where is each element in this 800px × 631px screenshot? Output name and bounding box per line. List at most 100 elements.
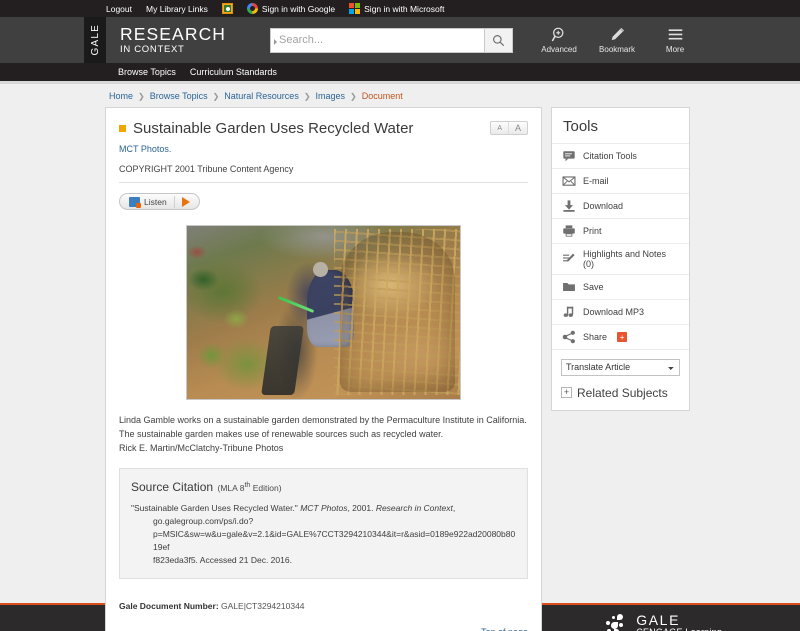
my-library-links-link[interactable]: My Library Links xyxy=(146,4,208,14)
sign-in-with-microsoft-button[interactable]: Sign in with Microsoft xyxy=(349,3,444,14)
breadcrumb-images[interactable]: Images xyxy=(316,91,346,101)
tool-save[interactable]: Save xyxy=(552,274,689,299)
tool-citation-tools[interactable]: Citation Tools xyxy=(552,143,689,168)
search-input[interactable] xyxy=(279,34,485,46)
source-citation-heading: Source Citation xyxy=(131,479,214,494)
tools-heading: Tools xyxy=(563,118,599,135)
tool-label: Download xyxy=(583,201,624,211)
cengage-dots-icon xyxy=(605,614,629,631)
share-add-badge[interactable]: + xyxy=(617,332,628,342)
copyright-line: COPYRIGHT 2001 Tribune Content Agency xyxy=(119,164,528,183)
breadcrumb-chevron-icon: ❯ xyxy=(303,91,311,101)
listen-control: Listen xyxy=(119,193,200,210)
font-size-control: A A xyxy=(490,121,528,135)
tool-label: Save xyxy=(583,282,604,292)
listen-button[interactable]: Listen xyxy=(122,196,174,208)
listen-label: Listen xyxy=(144,196,167,207)
gale-document-number-label: Gale Document Number: xyxy=(119,600,219,611)
more-menu-button[interactable]: More xyxy=(655,26,695,54)
citation-title-quoted: "Sustainable Garden Uses Recycled Water.… xyxy=(131,502,298,513)
photo-dome-region xyxy=(340,232,455,391)
google-classroom-icon xyxy=(221,3,233,14)
play-button[interactable] xyxy=(175,196,197,207)
sub-navigation: Browse Topics Curriculum Standards xyxy=(0,63,800,81)
article-photograph[interactable] xyxy=(186,224,461,400)
google-classroom-button[interactable] xyxy=(221,3,233,14)
sign-in-with-google-button[interactable]: Sign in with Google xyxy=(246,3,336,14)
gale-logo-badge[interactable]: GALE xyxy=(84,17,106,63)
bookmark-icon xyxy=(611,27,624,41)
gale-document-number-value: GALE|CT3294210344 xyxy=(221,600,305,611)
breadcrumb-browse-topics[interactable]: Browse Topics xyxy=(150,91,208,101)
translate-article-select[interactable]: Translate Article xyxy=(561,358,680,376)
tool-label: Highlights and Notes (0) xyxy=(583,249,667,269)
header-tool-group: Advanced Bookmark More xyxy=(539,17,695,63)
search-plus-icon xyxy=(551,27,563,42)
page-title-text: Sustainable Garden Uses Recycled Water xyxy=(133,120,414,137)
nav-curriculum-standards[interactable]: Curriculum Standards xyxy=(190,67,277,77)
source-link[interactable]: MCT Photos. xyxy=(119,144,171,154)
download-icon xyxy=(563,200,575,212)
tool-email[interactable]: E-mail xyxy=(552,168,689,193)
advanced-search-label: Advanced xyxy=(541,45,577,54)
document-type-bullet-icon xyxy=(119,125,126,132)
hamburger-icon xyxy=(668,29,682,40)
highlight-pen-icon xyxy=(563,253,575,262)
tool-label: E-mail xyxy=(583,176,609,186)
nav-browse-topics[interactable]: Browse Topics xyxy=(118,67,176,77)
top-utility-bar: Logout My Library Links Sign in with Goo… xyxy=(0,0,800,17)
photo-credit: Rick E. Martin/McClatchy-Tribune Photos xyxy=(119,442,284,453)
logout-link[interactable]: Logout xyxy=(106,4,132,14)
page-title: Sustainable Garden Uses Recycled Water xyxy=(119,119,413,138)
article-title-row: Sustainable Garden Uses Recycled Water A… xyxy=(119,119,528,138)
breadcrumb-chevron-icon: ❯ xyxy=(350,91,357,101)
tool-highlights-and-notes[interactable]: Highlights and Notes (0) xyxy=(552,243,689,274)
tool-download-mp3[interactable]: Download MP3 xyxy=(552,299,689,324)
breadcrumb-chevron-icon: ❯ xyxy=(212,91,220,101)
translate-row: Translate Article xyxy=(552,349,689,380)
brand-line-research: RESEARCH xyxy=(120,23,227,44)
tool-download[interactable]: Download xyxy=(552,193,689,218)
citation-year: , 2001. xyxy=(347,502,376,513)
gale-logo-text: GALE xyxy=(89,24,101,56)
article-panel: Sustainable Garden Uses Recycled Water A… xyxy=(105,107,542,631)
tools-panel: Tools Citation Tools E-mail Download Pri… xyxy=(551,107,690,411)
play-icon xyxy=(181,196,190,207)
search-submit-button[interactable] xyxy=(485,27,514,53)
google-icon xyxy=(246,3,258,14)
breadcrumb-home[interactable]: Home xyxy=(109,91,133,101)
envelope-icon xyxy=(562,176,576,186)
brand-line-in-context: IN CONTEXT xyxy=(120,43,185,55)
top-of-page-link[interactable]: Top of page xyxy=(119,627,528,631)
search-field-wrapper xyxy=(270,27,486,53)
microsoft-icon xyxy=(349,3,361,14)
photo-person-head-region xyxy=(312,261,328,278)
tool-label: Citation Tools xyxy=(583,151,637,161)
citation-url-line-1: go.galegroup.com/ps/i.do? xyxy=(153,515,254,526)
citation-comma: , xyxy=(452,502,456,513)
tool-share[interactable]: Share + xyxy=(552,324,689,349)
increase-font-button[interactable]: A xyxy=(509,122,527,134)
more-label: More xyxy=(665,45,685,54)
music-note-icon xyxy=(563,306,574,317)
breadcrumb-natural-resources[interactable]: Natural Resources xyxy=(224,91,299,101)
related-subjects-toggle[interactable]: + Related Subjects xyxy=(552,380,689,400)
two-column-layout: Sustainable Garden Uses Recycled Water A… xyxy=(0,107,800,631)
masthead: GALE RESEARCH IN CONTEXT Search... Advan… xyxy=(0,17,800,63)
decrease-font-button[interactable]: A xyxy=(491,122,509,134)
tool-print[interactable]: Print xyxy=(552,218,689,243)
breadcrumb-current-document: Document xyxy=(361,91,403,101)
citation-icon xyxy=(563,151,575,162)
bookmark-button[interactable]: Bookmark xyxy=(597,26,637,54)
sign-in-with-google-label: Sign in with Google xyxy=(261,3,336,14)
citation-url-line-3: f823eda3f5. Accessed 21 Dec. 2016. xyxy=(153,554,292,565)
breadcrumb-chevron-icon: ❯ xyxy=(138,91,145,101)
page-root: Logout My Library Links Sign in with Goo… xyxy=(0,0,800,631)
advanced-search-button[interactable]: Advanced xyxy=(539,26,579,54)
bookmark-label: Bookmark xyxy=(599,45,636,54)
folder-icon xyxy=(563,282,575,292)
citation-url-line-2: p=MSIC&sw=w&u=gale&v=2.1&id=GALE%7CCT329… xyxy=(153,528,516,552)
gale-document-number: Gale Document Number: GALE|CT3294210344 xyxy=(119,601,528,611)
speaker-icon xyxy=(129,196,141,208)
tool-label: Print xyxy=(583,226,602,236)
